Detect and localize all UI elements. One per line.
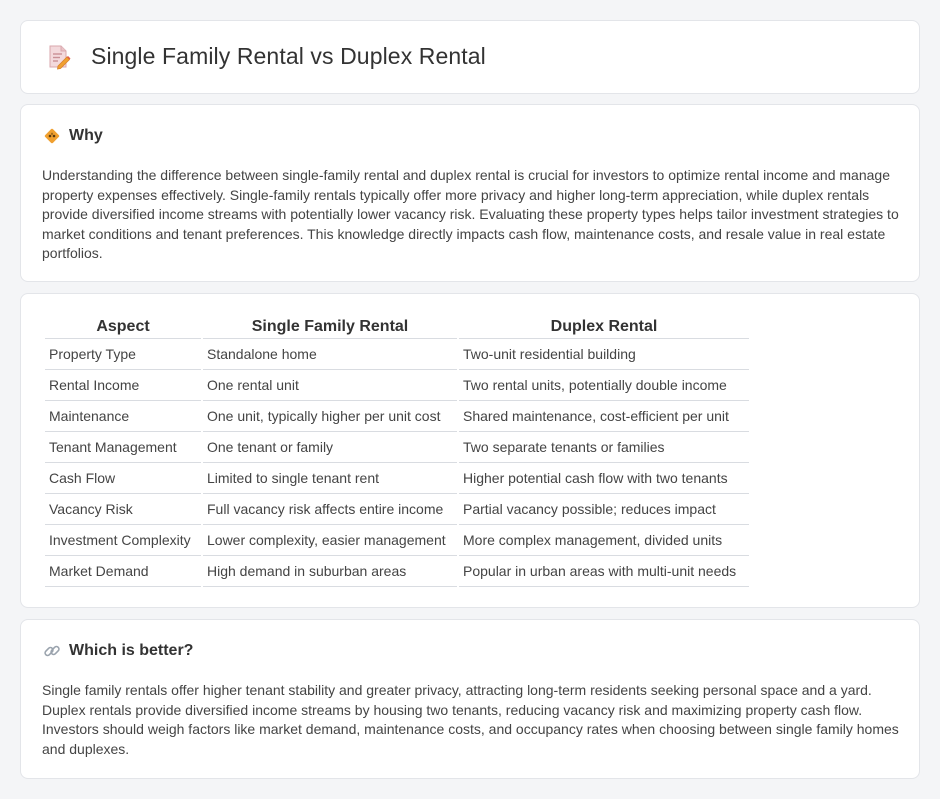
document-edit-icon bbox=[49, 45, 71, 69]
table-row: Vacancy Risk Full vacancy risk affects e… bbox=[45, 494, 749, 525]
table-row: Property Type Standalone home Two-unit r… bbox=[45, 339, 749, 370]
cell-single-family: One unit, typically higher per unit cost bbox=[203, 401, 457, 432]
cell-duplex: More complex management, divided units bbox=[459, 525, 749, 556]
cell-single-family: Limited to single tenant rent bbox=[203, 463, 457, 494]
cell-aspect: Market Demand bbox=[45, 556, 201, 587]
cell-duplex: Shared maintenance, cost-efficient per u… bbox=[459, 401, 749, 432]
header-single-family: Single Family Rental bbox=[203, 314, 457, 339]
table-header-row: Aspect Single Family Rental Duplex Renta… bbox=[45, 314, 749, 339]
better-title: Which is better? bbox=[69, 642, 194, 659]
cell-duplex: Two rental units, potentially double inc… bbox=[459, 370, 749, 401]
cell-aspect: Vacancy Risk bbox=[45, 494, 201, 525]
comparison-section: Aspect Single Family Rental Duplex Renta… bbox=[20, 293, 920, 608]
cell-single-family: Full vacancy risk affects entire income bbox=[203, 494, 457, 525]
cell-duplex: Partial vacancy possible; reduces impact bbox=[459, 494, 749, 525]
cell-single-family: One rental unit bbox=[203, 370, 457, 401]
cell-single-family: One tenant or family bbox=[203, 432, 457, 463]
link-icon bbox=[44, 645, 60, 657]
table-row: Investment Complexity Lower complexity, … bbox=[45, 525, 749, 556]
cell-duplex: Two separate tenants or families bbox=[459, 432, 749, 463]
why-heading: Why bbox=[43, 127, 103, 145]
why-title: Why bbox=[69, 127, 103, 144]
cell-aspect: Maintenance bbox=[45, 401, 201, 432]
header-aspect: Aspect bbox=[45, 314, 201, 339]
cell-single-family: High demand in suburban areas bbox=[203, 556, 457, 587]
cell-single-family: Standalone home bbox=[203, 339, 457, 370]
cell-duplex: Higher potential cash flow with two tena… bbox=[459, 463, 749, 494]
cell-aspect: Tenant Management bbox=[45, 432, 201, 463]
title-row: Single Family Rental vs Duplex Rental bbox=[45, 43, 486, 70]
cell-single-family: Lower complexity, easier management bbox=[203, 525, 457, 556]
cell-aspect: Rental Income bbox=[45, 370, 201, 401]
table-row: Tenant Management One tenant or family T… bbox=[45, 432, 749, 463]
why-text: Understanding the difference between sin… bbox=[42, 167, 899, 262]
table-row: Market Demand High demand in suburban ar… bbox=[45, 556, 749, 587]
diamond-warning-icon bbox=[44, 128, 60, 144]
why-section: Why Understanding the difference between… bbox=[20, 104, 920, 282]
table-row: Maintenance One unit, typically higher p… bbox=[45, 401, 749, 432]
comparison-table: Aspect Single Family Rental Duplex Renta… bbox=[43, 314, 751, 587]
cell-duplex: Two-unit residential building bbox=[459, 339, 749, 370]
cell-aspect: Property Type bbox=[45, 339, 201, 370]
better-text: Single family rentals offer higher tenan… bbox=[42, 682, 899, 757]
header-card: Single Family Rental vs Duplex Rental bbox=[20, 20, 920, 94]
table-row: Rental Income One rental unit Two rental… bbox=[45, 370, 749, 401]
cell-duplex: Popular in urban areas with multi-unit n… bbox=[459, 556, 749, 587]
better-heading: Which is better? bbox=[43, 642, 193, 660]
header-duplex: Duplex Rental bbox=[459, 314, 749, 339]
cell-aspect: Cash Flow bbox=[45, 463, 201, 494]
table-row: Cash Flow Limited to single tenant rent … bbox=[45, 463, 749, 494]
which-better-section: Which is better? Single family rentals o… bbox=[20, 619, 920, 779]
page-title: Single Family Rental vs Duplex Rental bbox=[91, 43, 486, 69]
cell-aspect: Investment Complexity bbox=[45, 525, 201, 556]
